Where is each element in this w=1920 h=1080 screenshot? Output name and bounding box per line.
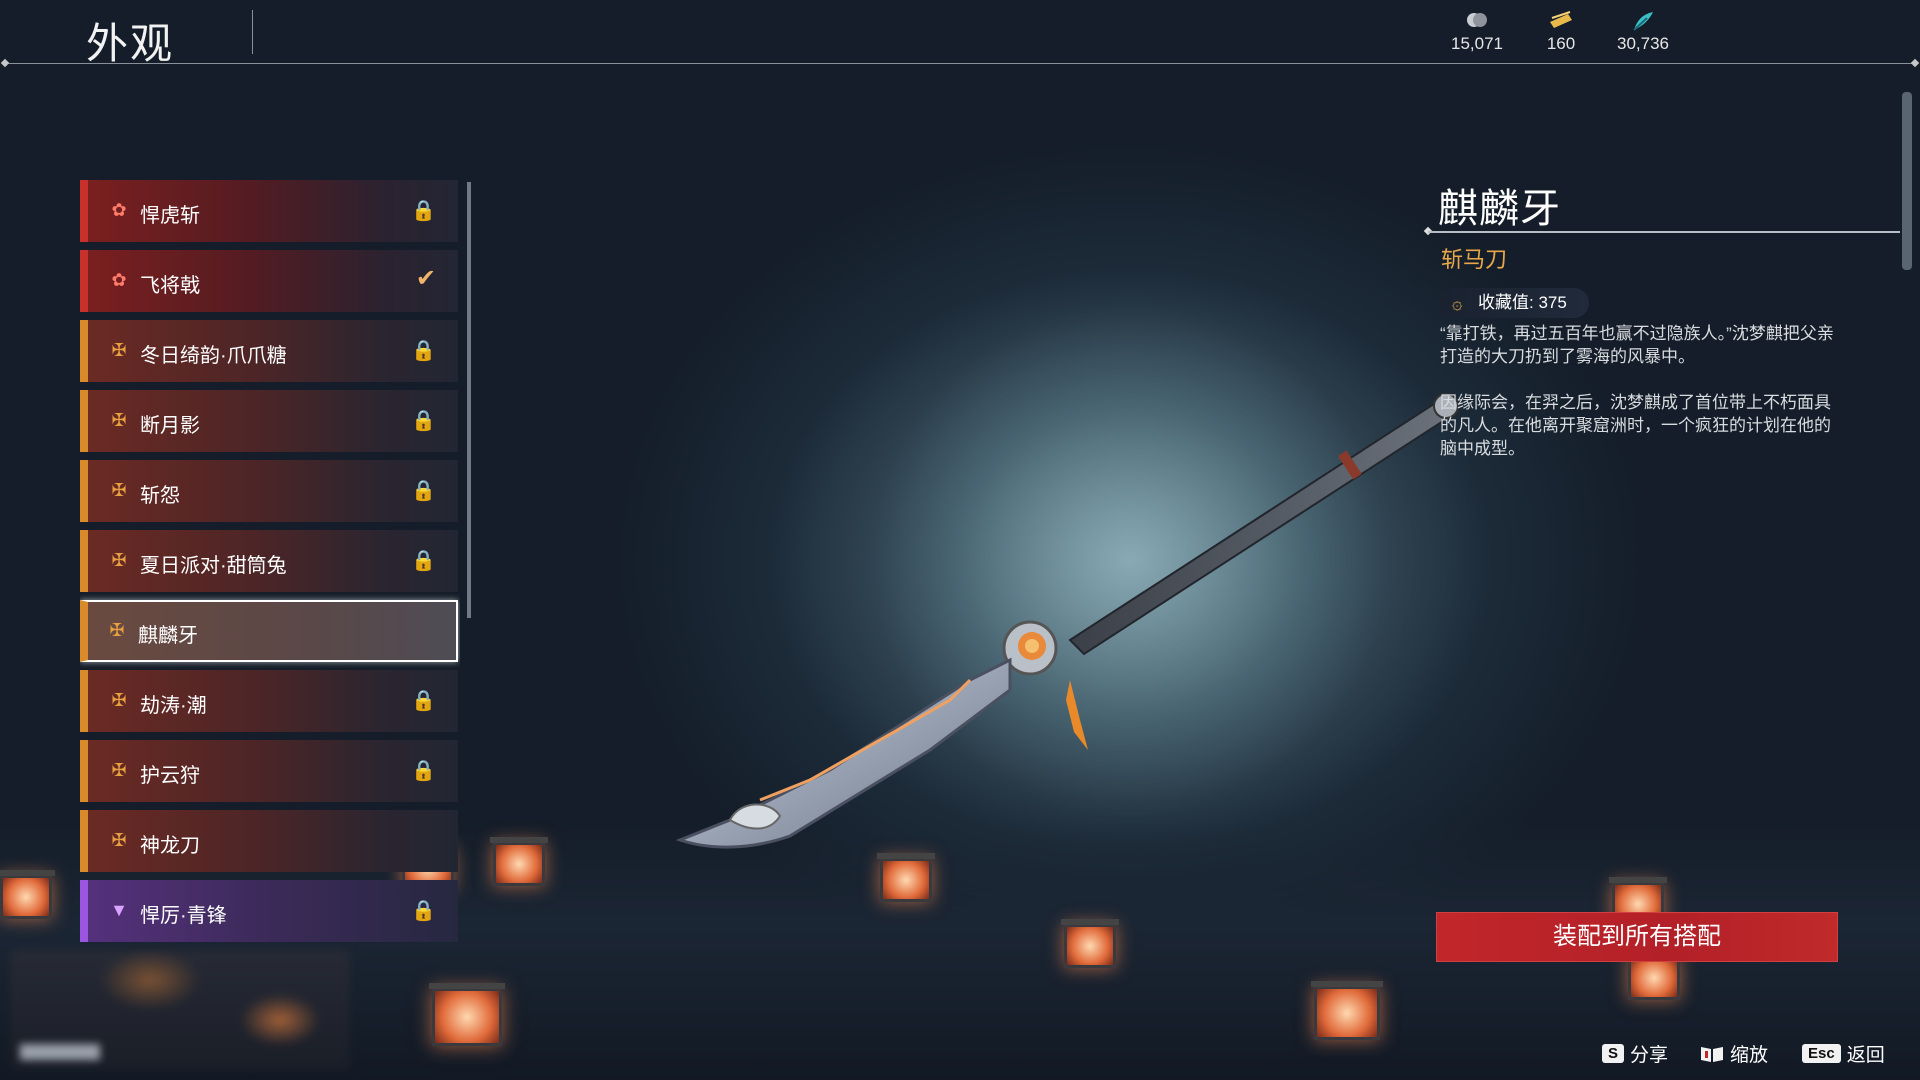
- lantern-decoration: [1625, 951, 1683, 1000]
- currency-coins: 15,071: [1432, 10, 1522, 54]
- lantern-decoration: [1061, 919, 1119, 968]
- list-item-label: 劫涛·潮: [140, 695, 207, 717]
- lantern-decoration: [1311, 981, 1383, 1040]
- hint-label: 分享: [1630, 1045, 1669, 1066]
- list-item[interactable]: ✠ 冬日绮韵·爪爪糖 🔒: [80, 320, 458, 382]
- list-item-label: 飞将戟: [140, 275, 200, 297]
- page-title: 外观: [86, 20, 175, 67]
- item-type: 斩马刀: [1441, 247, 1508, 272]
- rarity-cross-icon: ✠: [109, 620, 125, 640]
- hint-label: 返回: [1846, 1045, 1885, 1066]
- lock-icon: 🔒: [411, 410, 436, 432]
- list-item-selected[interactable]: ✠ 麒麟牙: [80, 600, 458, 662]
- list-item[interactable]: ▼ 悍厉·青锋 🔒: [80, 880, 458, 942]
- lantern-decoration: [429, 983, 505, 1046]
- list-item[interactable]: ✿ 飞将戟 ✔: [80, 250, 458, 312]
- hint-back[interactable]: Esc 返回: [1802, 1040, 1885, 1070]
- list-item[interactable]: ✠ 护云狩 🔒: [80, 740, 458, 802]
- rarity-cross-icon: ✠: [111, 830, 127, 850]
- lock-icon: 🔒: [411, 480, 436, 502]
- rarity-cross-icon: ✠: [111, 480, 127, 500]
- collection-value: 收藏值: 375: [1478, 293, 1567, 312]
- key-esc: Esc: [1802, 1044, 1841, 1063]
- lock-icon: 🔒: [411, 690, 436, 712]
- lantern-decoration: [490, 837, 548, 886]
- list-item[interactable]: ✠ 断月影 🔒: [80, 390, 458, 452]
- ticket-icon: [1516, 10, 1606, 32]
- hint-label: 缩放: [1730, 1045, 1769, 1066]
- list-item-label: 悍厉·青锋: [140, 905, 227, 927]
- header-divider: [6, 63, 1914, 64]
- lock-icon: 🔒: [411, 550, 436, 572]
- list-scrollbar[interactable]: [467, 182, 471, 618]
- collection-value-badge: ۞ 收藏值: 375: [1440, 288, 1589, 318]
- book-icon: [1700, 1045, 1724, 1063]
- divider-ornament: [0, 58, 10, 68]
- title-underline: [1428, 231, 1900, 233]
- key-s: S: [1602, 1044, 1625, 1063]
- currency-tickets: 160: [1516, 10, 1606, 54]
- coin-icon: [1432, 10, 1522, 32]
- list-item[interactable]: ✠ 神龙刀: [80, 810, 458, 872]
- detail-scrollbar[interactable]: [1902, 92, 1912, 270]
- weapon-skin-list[interactable]: ✿ 悍虎斩 🔒 ✿ 飞将戟 ✔ ✠ 冬日绮韵·爪爪糖 🔒 ✠ 断月影 🔒 ✠ 斩…: [80, 180, 460, 960]
- lantern-decoration: [0, 870, 55, 919]
- rarity-chevron-icon: ▼: [110, 900, 128, 920]
- feather-icon: [1598, 10, 1688, 32]
- collection-icon: ۞: [1452, 293, 1463, 313]
- item-title: 麒麟牙: [1438, 187, 1561, 231]
- hint-zoom[interactable]: 缩放: [1700, 1040, 1768, 1070]
- lock-icon: 🔒: [411, 900, 436, 922]
- rarity-cross-icon: ✠: [111, 340, 127, 360]
- rarity-cross-icon: ✠: [111, 690, 127, 710]
- blurred-player-name: [20, 1044, 100, 1060]
- rarity-flower-icon: ✿: [111, 270, 127, 290]
- top-bar: 外观 15,071 160 30,736: [0, 0, 1920, 68]
- rarity-cross-icon: ✠: [111, 550, 127, 570]
- list-item-label: 斩怨: [140, 485, 180, 507]
- list-item-label: 夏日派对·甜筒兔: [140, 555, 287, 577]
- rarity-flower-icon: ✿: [111, 200, 127, 220]
- check-icon: ✔: [415, 265, 436, 292]
- title-divider: [252, 10, 253, 54]
- list-item-label: 断月影: [140, 415, 200, 437]
- lock-icon: 🔒: [411, 200, 436, 222]
- lock-icon: 🔒: [411, 340, 436, 362]
- rarity-cross-icon: ✠: [111, 760, 127, 780]
- currency-value: 15,071: [1451, 34, 1503, 53]
- weapon-model-image: [675, 393, 1459, 849]
- item-description-lore: 因缘际会，在羿之后，沈梦麒成了首位带上不朽面具的凡人。在他离开聚窟洲时，一个疯狂…: [1440, 393, 1831, 458]
- currency-value: 160: [1546, 34, 1576, 53]
- list-item[interactable]: ✠ 劫涛·潮 🔒: [80, 670, 458, 732]
- divider-ornament: [1910, 58, 1920, 68]
- equip-all-button[interactable]: 装配到所有搭配: [1436, 912, 1838, 962]
- item-description-quote: “靠打铁，再过五百年也赢不过隐族人。”沈梦麒把父亲打造的大刀扔到了雾海的风暴中。: [1440, 324, 1834, 366]
- currency-value: 30,736: [1617, 34, 1669, 53]
- list-item-label: 麒麟牙: [138, 625, 198, 647]
- rarity-cross-icon: ✠: [111, 410, 127, 430]
- list-item-label: 护云狩: [140, 765, 200, 787]
- list-item-label: 神龙刀: [140, 835, 200, 857]
- lock-icon: 🔒: [411, 760, 436, 782]
- list-item[interactable]: ✠ 夏日派对·甜筒兔 🔒: [80, 530, 458, 592]
- list-item[interactable]: ✠ 斩怨 🔒: [80, 460, 458, 522]
- hint-share[interactable]: S 分享: [1602, 1040, 1668, 1070]
- list-item-label: 悍虎斩: [140, 205, 200, 227]
- currency-feathers: 30,736: [1598, 10, 1688, 54]
- list-item-label: 冬日绮韵·爪爪糖: [140, 345, 287, 367]
- list-item[interactable]: ✿ 悍虎斩 🔒: [80, 180, 458, 242]
